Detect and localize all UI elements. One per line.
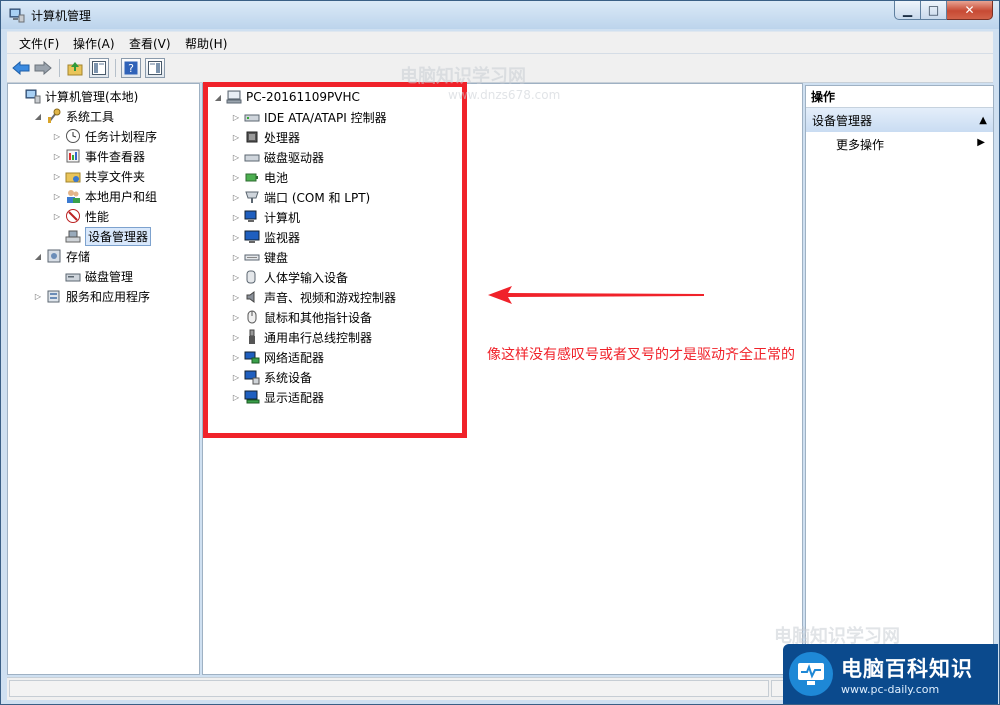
window-title: 计算机管理 bbox=[31, 9, 92, 23]
computer-management-icon bbox=[25, 89, 41, 104]
title-bar[interactable]: 计算机管理 ▁ □ ✕ bbox=[1, 1, 999, 29]
tree-item[interactable]: 磁盘管理 bbox=[52, 267, 133, 285]
actions-section-device-manager[interactable]: 设备管理器 ▲ bbox=[806, 108, 993, 132]
monitor-logo-icon bbox=[789, 652, 833, 696]
menu-view[interactable]: 查看(V) bbox=[129, 35, 171, 52]
tree-item-label: 设备管理器 bbox=[85, 226, 152, 246]
annotation-arrow-icon bbox=[488, 286, 704, 304]
annotation-text: 像这样没有感叹号或者叉号的才是驱动齐全正常的 bbox=[487, 347, 795, 363]
menu-bar: 文件(F) 操作(A) 查看(V) 帮助(H) bbox=[7, 31, 993, 54]
tree-item-label: 共享文件夹 bbox=[85, 169, 146, 184]
menu-action[interactable]: 操作(A) bbox=[73, 35, 115, 52]
forward-button[interactable] bbox=[33, 58, 53, 78]
tree-item[interactable]: ◢ 存储 bbox=[33, 247, 90, 265]
tree-item-label: 系统工具 bbox=[66, 109, 115, 124]
brand-url: www.pc-daily.com bbox=[841, 682, 940, 696]
collapse-up-icon[interactable]: ▲ bbox=[979, 115, 987, 126]
show-hide-action-pane-button[interactable] bbox=[145, 58, 165, 78]
toolbar-separator bbox=[115, 59, 116, 77]
navigation-tree-pane[interactable]: 计算机管理(本地) ◢ 系统工具 ▷ 任务计划程序 ▷ 事件查看器 ▷ 共享文件夹 ▷ 本地用户和组… bbox=[7, 83, 200, 675]
expand-triangle-icon[interactable]: ▷ bbox=[52, 131, 62, 141]
menu-help[interactable]: 帮助(H) bbox=[185, 35, 227, 52]
tree-item[interactable]: ▷ 性能 bbox=[52, 207, 109, 225]
expand-triangle-icon[interactable]: ▷ bbox=[33, 291, 43, 301]
show-tree-icon bbox=[92, 61, 106, 75]
maximize-button[interactable]: □ bbox=[921, 1, 947, 20]
brand-logo: 电脑百科知识 www.pc-daily.com bbox=[783, 644, 998, 704]
computer-management-app-icon bbox=[9, 8, 25, 23]
toolbar-separator bbox=[59, 59, 60, 77]
back-button[interactable] bbox=[11, 58, 31, 78]
tree-item[interactable]: 计算机管理(本地) bbox=[12, 87, 138, 105]
watermark: 电脑知识学习网 www.dnzs678.com bbox=[400, 62, 560, 102]
tree-item-label: 计算机管理(本地) bbox=[45, 89, 139, 104]
actions-section-label: 设备管理器 bbox=[812, 113, 873, 128]
actions-header: 操作 bbox=[806, 86, 993, 108]
actions-pane: 操作 设备管理器 ▲ 更多操作 ▶ bbox=[805, 85, 994, 675]
tree-item-label: 事件查看器 bbox=[85, 149, 146, 164]
tree-item[interactable]: ▷ 事件查看器 bbox=[52, 147, 145, 165]
show-hide-tree-button[interactable] bbox=[89, 58, 109, 78]
highlight-box bbox=[203, 82, 467, 438]
more-actions-link[interactable]: 更多操作 bbox=[836, 136, 884, 153]
event-viewer-icon bbox=[66, 149, 80, 163]
tree-item-label: 任务计划程序 bbox=[85, 129, 158, 144]
device-manager-icon bbox=[65, 230, 81, 243]
no-expander bbox=[12, 91, 22, 101]
tree-item[interactable]: ◢ 系统工具 bbox=[33, 107, 114, 125]
expand-triangle-icon[interactable]: ▷ bbox=[52, 211, 62, 221]
close-button[interactable]: ✕ bbox=[947, 1, 993, 20]
tree-item-label: 存储 bbox=[66, 249, 91, 264]
performance-icon bbox=[66, 209, 80, 223]
tree-item-label: 性能 bbox=[85, 209, 110, 224]
watermark-url: www.dnzs678.com bbox=[448, 88, 561, 102]
expand-triangle-icon[interactable]: ▷ bbox=[52, 151, 62, 161]
users-icon bbox=[67, 190, 80, 203]
shared-folder-icon bbox=[65, 172, 81, 183]
no-expander bbox=[52, 231, 62, 241]
close-icon: ✕ bbox=[964, 3, 975, 17]
forward-arrow-icon bbox=[34, 61, 52, 75]
no-expander bbox=[52, 271, 62, 281]
tools-icon bbox=[48, 108, 61, 123]
tree-item[interactable]: 设备管理器 bbox=[52, 226, 152, 246]
brand-name: 电脑百科知识 bbox=[841, 656, 973, 681]
collapse-triangle-icon[interactable]: ◢ bbox=[33, 111, 43, 121]
back-arrow-icon bbox=[12, 61, 30, 75]
up-folder-icon bbox=[67, 62, 83, 76]
clock-icon bbox=[66, 129, 80, 143]
maximize-icon: □ bbox=[927, 3, 940, 17]
tree-item[interactable]: ▷ 本地用户和组 bbox=[52, 187, 157, 205]
services-icon bbox=[47, 290, 60, 303]
tree-item-label: 服务和应用程序 bbox=[66, 289, 151, 304]
tree-item-label: 本地用户和组 bbox=[85, 189, 158, 204]
tree-item[interactable]: ▷ 任务计划程序 bbox=[52, 127, 157, 145]
tree-item-label: 磁盘管理 bbox=[85, 269, 134, 284]
expand-triangle-icon[interactable]: ▷ bbox=[52, 191, 62, 201]
chevron-right-icon[interactable]: ▶ bbox=[977, 137, 985, 148]
status-segment bbox=[9, 680, 769, 697]
show-action-pane-icon bbox=[148, 61, 162, 75]
help-button[interactable]: ? bbox=[121, 58, 141, 78]
minimize-button[interactable]: ▁ bbox=[894, 1, 921, 20]
help-icon: ? bbox=[124, 61, 138, 75]
menu-file[interactable]: 文件(F) bbox=[19, 35, 59, 52]
collapse-triangle-icon[interactable]: ◢ bbox=[33, 251, 43, 261]
svg-text:?: ? bbox=[128, 62, 134, 75]
storage-icon bbox=[47, 249, 61, 263]
tree-item[interactable]: ▷ 服务和应用程序 bbox=[33, 287, 150, 305]
watermark-text: 电脑知识学习网 bbox=[400, 66, 526, 87]
tree-item[interactable]: ▷ 共享文件夹 bbox=[52, 167, 145, 185]
expand-triangle-icon[interactable]: ▷ bbox=[52, 171, 62, 181]
disk-management-icon bbox=[65, 273, 81, 282]
up-level-button[interactable] bbox=[65, 58, 85, 78]
minimize-icon: ▁ bbox=[902, 3, 913, 17]
